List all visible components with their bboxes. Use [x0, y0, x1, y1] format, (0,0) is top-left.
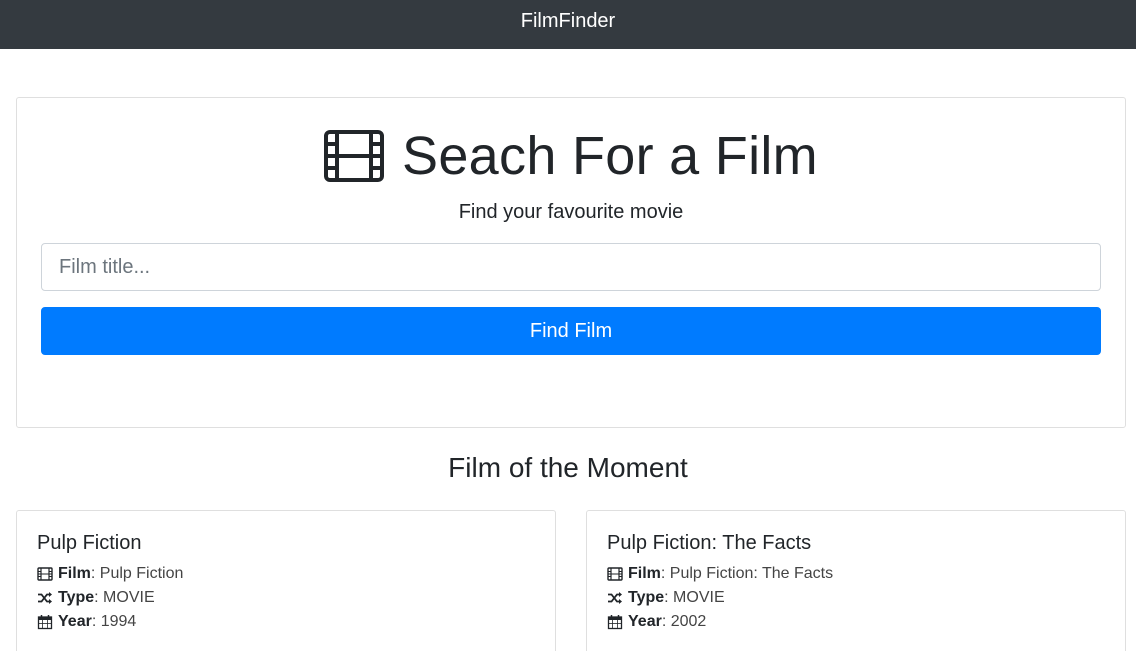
film-card: Pulp Fiction: The Facts Film : Pulp Fict… [586, 510, 1126, 651]
year-detail: Year : 2002 [607, 610, 1105, 634]
search-input[interactable] [41, 243, 1101, 291]
search-panel: Seach For a Film Find your favourite mov… [16, 97, 1126, 428]
film-label: Film [628, 565, 661, 582]
film-label: Film [58, 565, 91, 582]
navbar: FilmFinder [0, 0, 1136, 49]
film-value: : Pulp Fiction [90, 565, 184, 582]
film-detail: Film : Pulp Fiction [37, 562, 535, 586]
year-detail: Year : 1994 [37, 610, 535, 634]
type-label: Type [58, 589, 95, 606]
shuffle-icon [38, 592, 52, 604]
shuffle-icon [608, 592, 622, 604]
film-icon [607, 567, 623, 581]
year-value: : 1994 [91, 613, 137, 630]
film-detail: Film : Pulp Fiction: The Facts [607, 562, 1105, 586]
film-icon [324, 130, 385, 182]
type-detail: Type : MOVIE [37, 586, 535, 610]
calendar-icon [37, 615, 53, 630]
featured-heading: Film of the Moment [448, 452, 688, 483]
card-title[interactable]: Pulp Fiction [37, 531, 535, 555]
film-icon [37, 567, 53, 581]
type-detail: Type : MOVIE [607, 586, 1105, 610]
card-title[interactable]: Pulp Fiction: The Facts [607, 531, 1105, 555]
year-label: Year [628, 613, 662, 630]
find-film-button[interactable]: Find Film [41, 307, 1101, 355]
film-value: : Pulp Fiction: The Facts [660, 565, 834, 582]
year-value: : 2002 [661, 613, 707, 630]
type-label: Type [628, 589, 665, 606]
page-title: Seach For a Film [17, 126, 1125, 186]
calendar-icon [607, 615, 623, 630]
brand-link[interactable]: FilmFinder [521, 10, 615, 33]
type-value: : MOVIE [664, 589, 725, 606]
page-title-text: Seach For a Film [402, 126, 818, 186]
page-subtitle: Find your favourite movie [458, 201, 684, 223]
type-value: : MOVIE [94, 589, 155, 606]
year-label: Year [58, 613, 92, 630]
film-card: Pulp Fiction Film : Pulp Fiction Type : … [16, 510, 556, 651]
